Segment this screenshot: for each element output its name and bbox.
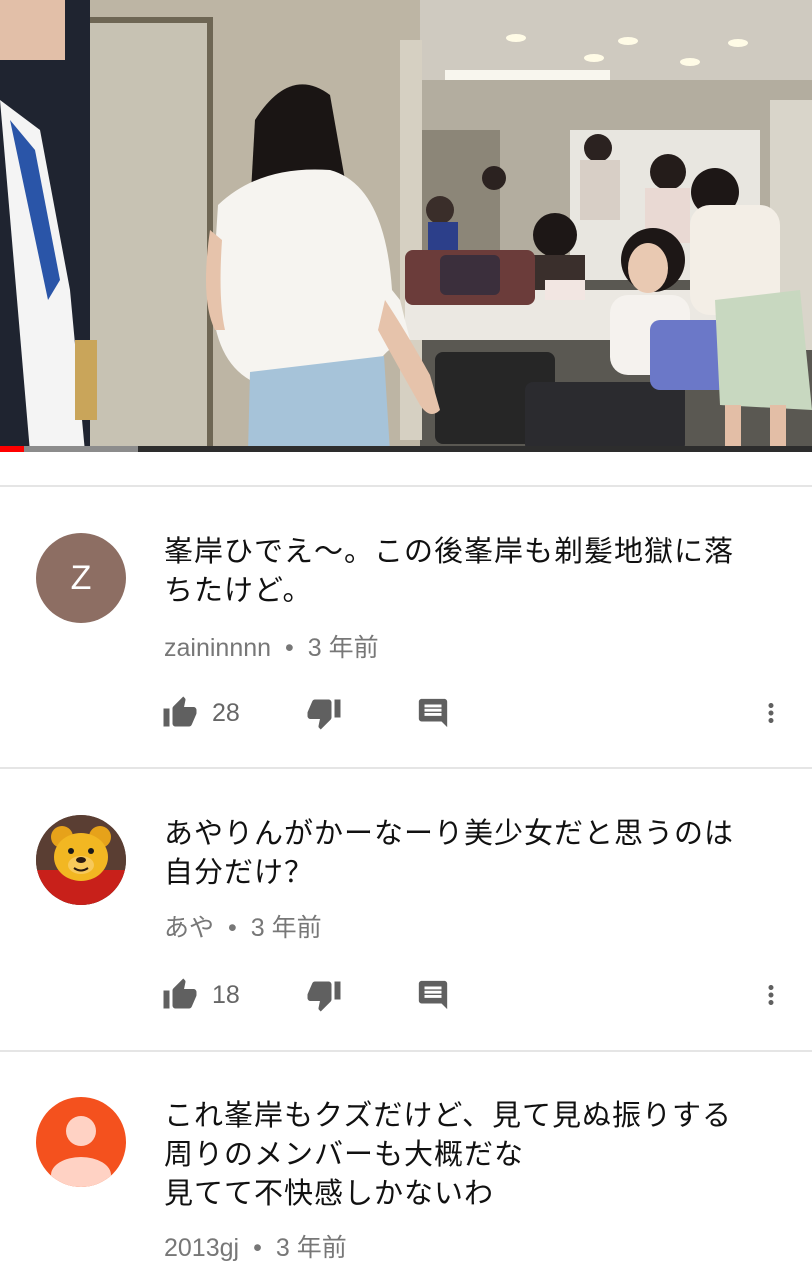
dislike-button[interactable] bbox=[306, 970, 342, 1020]
video-frame bbox=[0, 0, 812, 452]
reply-button[interactable] bbox=[416, 970, 450, 1020]
separator-dot: • bbox=[285, 634, 294, 662]
pooh-avatar-image bbox=[36, 815, 126, 905]
more-vert-icon bbox=[768, 703, 774, 723]
thumb-down-icon bbox=[307, 981, 341, 1012]
video-progress-bar[interactable] bbox=[0, 446, 812, 452]
like-count: 18 bbox=[212, 980, 240, 1009]
comment-item: これ峯岸もクズだけど、見て見ぬ振りする 周りのメンバーも大概だな 見てて不快感し… bbox=[0, 1052, 812, 1280]
comment-time: 3 年前 bbox=[307, 634, 379, 662]
comment-meta: zaininnnn • 3 年前 bbox=[164, 628, 379, 664]
comment-meta: 2013gj • 3 年前 bbox=[164, 1228, 347, 1264]
comment-actions: 28 bbox=[0, 688, 812, 738]
thumb-down-icon bbox=[307, 699, 341, 730]
divider bbox=[0, 767, 812, 769]
separator-dot: • bbox=[253, 1234, 262, 1262]
author-name[interactable]: あや bbox=[164, 914, 214, 942]
more-options-button[interactable] bbox=[756, 688, 786, 738]
author-name[interactable]: zaininnnn bbox=[164, 634, 271, 662]
like-button[interactable]: 18 bbox=[162, 970, 240, 1020]
divider bbox=[0, 485, 812, 487]
like-count: 28 bbox=[212, 698, 240, 727]
avatar[interactable]: Z bbox=[36, 533, 126, 623]
played-bar bbox=[0, 446, 25, 452]
comment-item: Z 峯岸ひでえ〜。この後峯岸も剃髪地獄に落 ちたけど。 zaininnnn • 3 … bbox=[0, 488, 812, 770]
more-options-button[interactable] bbox=[756, 970, 786, 1020]
author-name[interactable]: 2013gj bbox=[164, 1234, 239, 1262]
reply-icon bbox=[418, 698, 448, 728]
comment-text: これ峯岸もクズだけど、見て見ぬ振りする 周りのメンバーも大概だな 見てて不快感し… bbox=[164, 1098, 732, 1210]
comment-time: 3 年前 bbox=[250, 914, 322, 942]
comment-text: 峯岸ひでえ〜。この後峯岸も剃髪地獄に落 ちたけど。 bbox=[164, 534, 735, 607]
reply-button[interactable] bbox=[416, 688, 450, 738]
separator-dot: • bbox=[228, 914, 237, 942]
winnie-the-pooh-avatar[interactable] bbox=[36, 815, 126, 905]
more-vert-icon bbox=[768, 985, 774, 1005]
person-icon bbox=[51, 1116, 111, 1187]
like-button[interactable]: 28 bbox=[162, 688, 240, 738]
comment-text: あやりんがかーなーり美少女だと思うのは 自分だけ？ bbox=[164, 816, 735, 889]
default-avatar[interactable] bbox=[36, 1097, 126, 1187]
comment-item: あやりんがかーなーり美少女だと思うのは 自分だけ？ あや • 3 年前 18 bbox=[0, 770, 812, 1052]
thumb-up-icon bbox=[163, 696, 197, 727]
comment-actions: 18 bbox=[0, 970, 812, 1020]
reply-icon bbox=[418, 980, 448, 1010]
dislike-button[interactable] bbox=[306, 688, 342, 738]
comment-meta: あや • 3 年前 bbox=[164, 908, 322, 944]
thumb-up-icon bbox=[163, 978, 197, 1009]
comment-time: 3 年前 bbox=[275, 1234, 347, 1262]
video-player[interactable] bbox=[0, 0, 812, 452]
